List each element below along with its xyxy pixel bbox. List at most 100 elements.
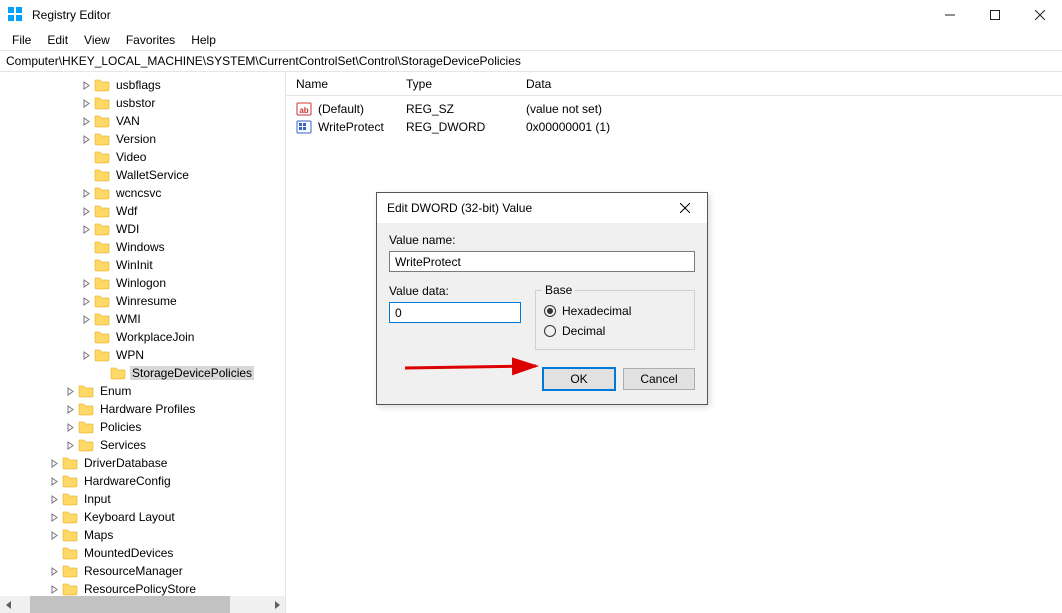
expander-icon[interactable] (48, 457, 60, 469)
expander-icon[interactable] (80, 223, 92, 235)
radio-decimal[interactable]: Decimal (544, 321, 686, 341)
tree-item[interactable]: usbstor (0, 94, 285, 112)
folder-icon (62, 492, 78, 506)
expander-icon[interactable] (80, 205, 92, 217)
titlebar: Registry Editor (0, 0, 1062, 30)
column-name[interactable]: Name (296, 77, 406, 91)
maximize-button[interactable] (972, 0, 1017, 30)
menu-file[interactable]: File (4, 31, 39, 49)
list-row[interactable]: WriteProtectREG_DWORD0x00000001 (1) (296, 118, 1062, 136)
expander-icon[interactable] (64, 385, 76, 397)
expander-icon[interactable] (80, 115, 92, 127)
close-button[interactable] (1017, 0, 1062, 30)
value-name-input[interactable] (389, 251, 695, 272)
folder-icon (94, 312, 110, 326)
tree-item[interactable]: MountedDevices (0, 544, 285, 562)
dialog-titlebar[interactable]: Edit DWORD (32-bit) Value (377, 193, 707, 223)
tree-item[interactable]: Enum (0, 382, 285, 400)
radio-dec-label: Decimal (562, 324, 605, 338)
expander-icon[interactable] (48, 511, 60, 523)
minimize-button[interactable] (927, 0, 972, 30)
menu-favorites[interactable]: Favorites (118, 31, 183, 49)
folder-icon (94, 330, 110, 344)
value-data-input[interactable] (389, 302, 521, 323)
tree-view[interactable]: usbflags usbstor VANVersionVideoWalletServ… (0, 72, 285, 596)
tree-item[interactable]: wcncsvc (0, 184, 285, 202)
list-header[interactable]: Name Type Data (286, 72, 1062, 96)
list-rows[interactable]: ab(Default)REG_SZ(value not set)WritePro… (286, 96, 1062, 136)
address-bar[interactable]: Computer\HKEY_LOCAL_MACHINE\SYSTEM\Curre… (0, 50, 1062, 72)
folder-icon (94, 186, 110, 200)
tree-item[interactable]: Windows (0, 238, 285, 256)
menu-edit[interactable]: Edit (39, 31, 76, 49)
expander-icon[interactable] (48, 565, 60, 577)
scrollbar-thumb[interactable] (30, 596, 230, 613)
tree-item[interactable]: Input (0, 490, 285, 508)
cancel-button[interactable]: Cancel (623, 368, 695, 390)
tree-item[interactable]: Maps (0, 526, 285, 544)
string-value-icon: ab (296, 101, 312, 117)
radio-hexadecimal[interactable]: Hexadecimal (544, 301, 686, 321)
tree-item[interactable]: Video (0, 148, 285, 166)
folder-icon (94, 150, 110, 164)
tree-item[interactable]: ResourcePolicyStore (0, 580, 285, 596)
expander-icon[interactable] (64, 403, 76, 415)
tree-item[interactable]: WorkplaceJoin (0, 328, 285, 346)
expander-empty (80, 241, 92, 253)
expander-icon[interactable] (48, 493, 60, 505)
tree-item[interactable]: ResourceManager (0, 562, 285, 580)
expander-icon[interactable] (64, 439, 76, 451)
folder-icon (94, 168, 110, 182)
tree-item[interactable]: Winlogon (0, 274, 285, 292)
expander-icon[interactable] (80, 277, 92, 289)
expander-icon[interactable] (64, 421, 76, 433)
tree-item[interactable]: Policies (0, 418, 285, 436)
expander-icon[interactable] (48, 529, 60, 541)
expander-icon[interactable] (80, 349, 92, 361)
expander-icon[interactable] (48, 475, 60, 487)
expander-icon[interactable] (80, 313, 92, 325)
tree-item-label: WDI (114, 222, 141, 236)
tree-horizontal-scrollbar[interactable] (0, 596, 285, 613)
tree-item[interactable]: Winresume (0, 292, 285, 310)
tree-item-label: DriverDatabase (82, 456, 169, 470)
tree-item[interactable]: WPN (0, 346, 285, 364)
tree-item[interactable]: WMI (0, 310, 285, 328)
column-type[interactable]: Type (406, 77, 526, 91)
tree-item[interactable]: usbflags (0, 76, 285, 94)
tree-item[interactable]: Keyboard Layout (0, 508, 285, 526)
radio-icon (544, 305, 556, 317)
scroll-right-icon[interactable] (268, 596, 285, 613)
tree-item[interactable]: WDI (0, 220, 285, 238)
tree-item[interactable]: Wdf (0, 202, 285, 220)
tree-item[interactable]: StorageDevicePolicies (0, 364, 285, 382)
expander-icon[interactable] (80, 97, 92, 109)
expander-icon[interactable] (80, 133, 92, 145)
tree-item-label: usbstor (114, 96, 157, 110)
tree-item[interactable]: WinInit (0, 256, 285, 274)
tree-item[interactable]: Services (0, 436, 285, 454)
expander-icon[interactable] (80, 295, 92, 307)
menu-help[interactable]: Help (183, 31, 224, 49)
scroll-left-icon[interactable] (0, 596, 17, 613)
column-data[interactable]: Data (526, 77, 1062, 91)
folder-icon (62, 546, 78, 560)
menu-view[interactable]: View (76, 31, 118, 49)
tree-item[interactable]: WalletService (0, 166, 285, 184)
expander-icon[interactable] (80, 187, 92, 199)
tree-item[interactable]: DriverDatabase (0, 454, 285, 472)
tree-item-label: HardwareConfig (82, 474, 173, 488)
tree-item[interactable]: HardwareConfig (0, 472, 285, 490)
expander-icon[interactable] (80, 79, 92, 91)
folder-icon (94, 204, 110, 218)
edit-dword-dialog: Edit DWORD (32-bit) Value Value name: Va… (376, 192, 708, 405)
dialog-close-button[interactable] (669, 196, 701, 220)
tree-item[interactable]: VAN (0, 112, 285, 130)
list-row[interactable]: ab(Default)REG_SZ(value not set) (296, 100, 1062, 118)
tree-item[interactable]: Hardware Profiles (0, 400, 285, 418)
ok-button[interactable]: OK (543, 368, 615, 390)
tree-item[interactable]: Version (0, 130, 285, 148)
svg-text:ab: ab (299, 106, 308, 115)
expander-icon[interactable] (48, 583, 60, 595)
folder-icon (110, 366, 126, 380)
